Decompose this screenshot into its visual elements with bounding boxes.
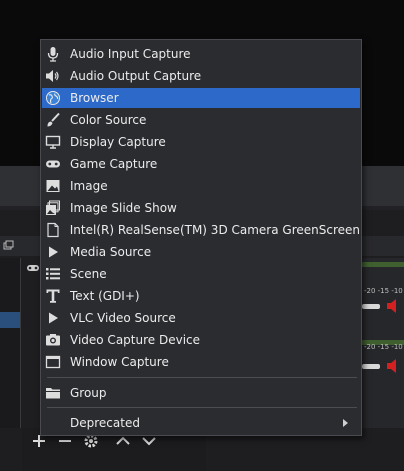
menu-separator: [47, 407, 357, 408]
menu-item-deprecated[interactable]: Deprecated: [42, 413, 360, 433]
menu-item-label: Intel(R) RealSense(TM) 3D Camera GreenSc…: [69, 223, 360, 237]
selected-scene-row[interactable]: [0, 312, 20, 328]
menu-item-video-capture-device[interactable]: Video Capture Device: [42, 330, 360, 350]
volume-meter-1: [362, 262, 404, 267]
folder-icon: [44, 384, 62, 402]
monitor-icon: [44, 133, 62, 151]
speaker-icon: [44, 67, 62, 85]
volume-slider-2[interactable]: [362, 364, 380, 369]
gamepad-icon: [44, 155, 62, 173]
menu-item-media-source[interactable]: Media Source: [42, 242, 360, 262]
menu-separator: [47, 377, 357, 378]
menu-item-vlc-video-source[interactable]: VLC Video Source: [42, 308, 360, 328]
menu-item-label: Image: [70, 179, 108, 193]
blank-page-icon: [44, 221, 62, 239]
menu-item-game-capture[interactable]: Game Capture: [42, 154, 360, 174]
slideshow-icon: [44, 199, 62, 217]
window-icon: [44, 353, 62, 371]
gamepad-icon: [26, 262, 40, 272]
meter-ticks-2: -20 -15 -10: [364, 343, 403, 351]
menu-item-label: Group: [70, 386, 107, 400]
camera-icon: [44, 331, 62, 349]
menu-item-label: Text (GDI+): [70, 289, 140, 303]
scenes-list[interactable]: [0, 258, 21, 428]
menu-item-label: Scene: [70, 267, 107, 281]
menu-item-image[interactable]: Image: [42, 176, 360, 196]
menu-item-label: Game Capture: [70, 157, 158, 171]
globe-icon: [44, 89, 62, 107]
volume-slider-1[interactable]: [362, 304, 380, 309]
menu-item-label: Display Capture: [70, 135, 166, 149]
no-icon: [44, 414, 62, 432]
menu-item-label: Color Source: [70, 113, 147, 127]
menu-item-color-source[interactable]: Color Source: [42, 110, 360, 130]
submenu-arrow-icon: [343, 419, 348, 427]
mute-speaker-icon[interactable]: [385, 357, 403, 378]
paint-brush-icon: [44, 111, 62, 129]
menu-item-text-gdi[interactable]: Text (GDI+): [42, 286, 360, 306]
play-icon: [44, 309, 62, 327]
menu-item-label: Media Source: [70, 245, 152, 259]
menu-item-label: Browser: [70, 91, 119, 105]
microphone-icon: [44, 45, 62, 63]
menu-item-audio-input-capture[interactable]: Audio Input Capture: [42, 44, 360, 64]
menu-item-label: Audio Input Capture: [70, 47, 191, 61]
add-source-menu: Audio Input Capture Audio Output Capture…: [40, 39, 362, 436]
meter-ticks-1: -20 -15 -10: [364, 287, 403, 295]
play-icon: [44, 243, 62, 261]
mute-speaker-icon[interactable]: [385, 297, 403, 318]
menu-item-intel-realsense[interactable]: Intel(R) RealSense(TM) 3D Camera GreenSc…: [42, 220, 360, 240]
menu-item-image-slide-show[interactable]: Image Slide Show: [42, 198, 360, 218]
menu-item-label: Audio Output Capture: [70, 69, 202, 83]
menu-item-label: VLC Video Source: [70, 311, 176, 325]
menu-item-label: Window Capture: [70, 355, 169, 369]
list-icon: [44, 265, 62, 283]
menu-item-scene[interactable]: Scene: [42, 264, 360, 284]
float-dock-icon[interactable]: [2, 240, 14, 252]
menu-item-label: Video Capture Device: [70, 333, 201, 347]
menu-item-group[interactable]: Group: [42, 383, 360, 403]
text-icon: [44, 287, 62, 305]
menu-item-label: Deprecated: [70, 416, 140, 430]
menu-item-audio-output-capture[interactable]: Audio Output Capture: [42, 66, 360, 86]
menu-item-label: Image Slide Show: [70, 201, 177, 215]
menu-item-window-capture[interactable]: Window Capture: [42, 352, 360, 372]
menu-item-display-capture[interactable]: Display Capture: [42, 132, 360, 152]
image-icon: [44, 177, 62, 195]
menu-item-browser[interactable]: Browser: [42, 88, 360, 108]
